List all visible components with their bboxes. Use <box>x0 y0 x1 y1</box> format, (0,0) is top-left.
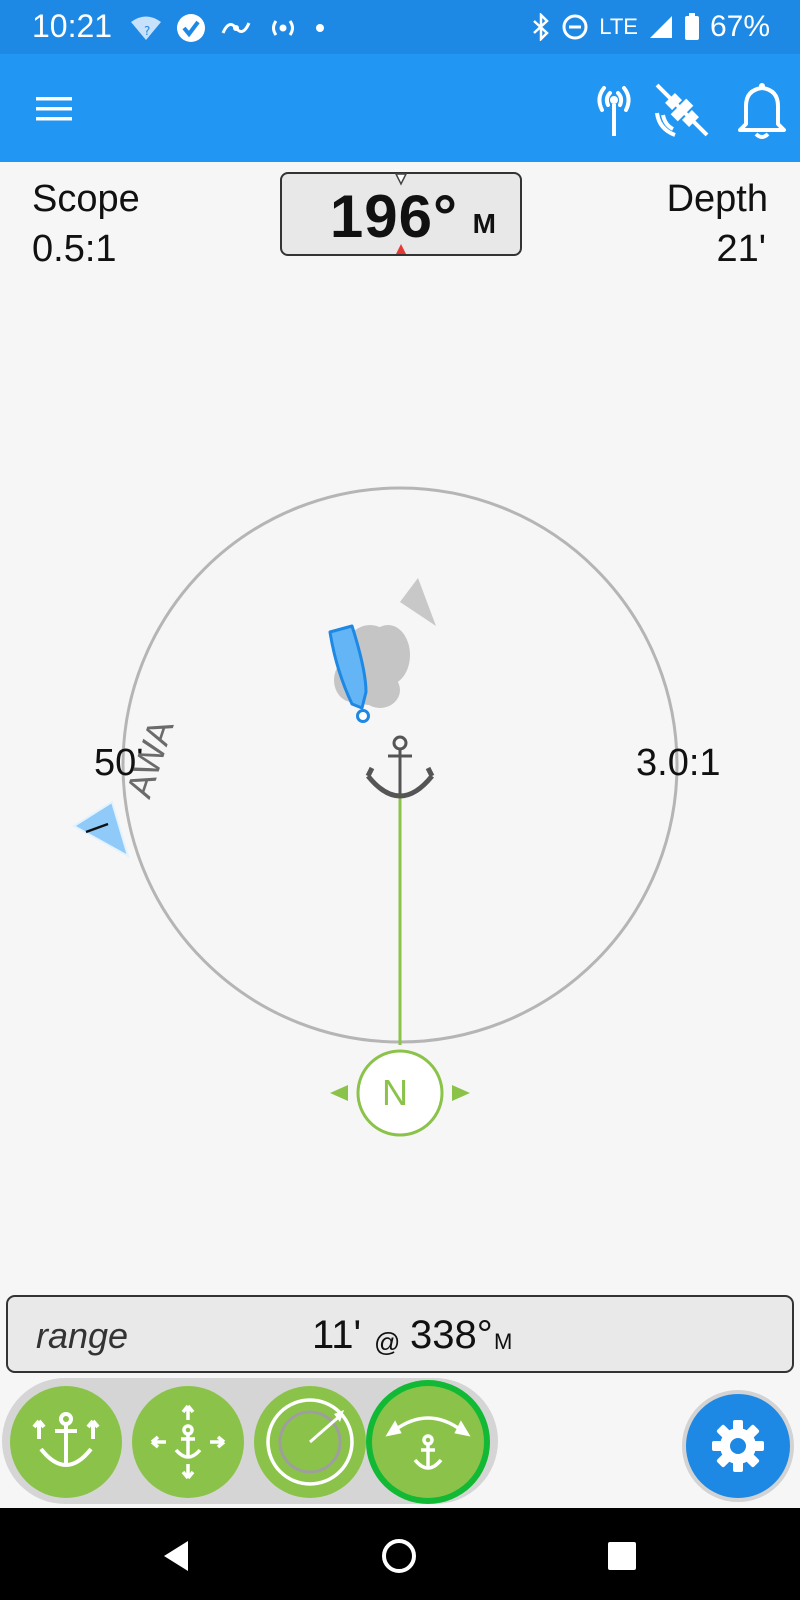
heading-display[interactable]: 196° M <box>280 172 522 256</box>
heading-value: 196° <box>329 183 458 250</box>
settings-button[interactable] <box>682 1390 794 1502</box>
network-type: LTE <box>599 14 638 39</box>
status-time: 10:21 <box>32 8 113 44</box>
target-marker <box>400 578 436 626</box>
anchor-map[interactable] <box>0 260 800 1140</box>
system-nav-bar <box>0 1508 800 1600</box>
gesture-icon <box>221 22 251 34</box>
antenna-icon <box>597 86 631 136</box>
menu-button[interactable] <box>26 84 82 134</box>
anchor-rotate-button[interactable] <box>372 1386 484 1498</box>
status-left-icons: ? <box>130 12 326 44</box>
range-unit: M <box>494 1329 513 1354</box>
satellite-off-icon <box>655 83 709 137</box>
hotspot-icon <box>272 20 294 36</box>
north-label: N <box>382 1072 408 1113</box>
ratio-label: 3.0:1 <box>636 742 721 784</box>
do-not-disturb-icon <box>562 14 588 40</box>
anchor-expand-icon <box>32 1412 100 1467</box>
depth-label: Depth <box>666 178 768 220</box>
gear-icon <box>712 1420 764 1472</box>
awa-marker <box>72 800 130 859</box>
recents-button[interactable] <box>600 1534 644 1578</box>
range-at: @ <box>374 1327 401 1357</box>
battery-icon <box>684 13 699 40</box>
radius-button[interactable] <box>254 1386 366 1498</box>
status-right: LTE 67% <box>531 8 770 46</box>
battery-percent: 67% <box>709 10 770 43</box>
bell-icon <box>738 83 786 139</box>
back-icon <box>164 1541 188 1571</box>
signal-icon <box>649 16 672 38</box>
range-distance: 11' <box>312 1313 362 1357</box>
scope-label: Scope <box>32 178 140 220</box>
bluetooth-icon <box>533 13 550 41</box>
anchor-move-icon <box>150 1404 226 1480</box>
status-bar: 10:21 ? LTE 67% <box>0 0 800 54</box>
check-circle-icon <box>177 14 205 42</box>
wifi-unknown-icon: ? <box>131 16 161 40</box>
range-bearing: 338° <box>410 1313 493 1357</box>
anchor-icon <box>365 735 435 799</box>
home-button[interactable] <box>377 1534 421 1578</box>
app-bar <box>0 54 800 162</box>
anchor-move-button[interactable] <box>132 1386 244 1498</box>
dot-icon <box>316 24 324 32</box>
heading-unit: M <box>472 208 496 239</box>
satellite-button[interactable] <box>650 78 714 142</box>
back-button[interactable] <box>154 1534 198 1578</box>
svg-text:?: ? <box>144 24 150 38</box>
recents-icon <box>608 1542 636 1570</box>
home-icon <box>382 1539 416 1573</box>
range-bar: range 11' @ 338° M <box>6 1295 794 1373</box>
alarm-button[interactable] <box>730 78 794 142</box>
range-label: range <box>36 1315 129 1356</box>
anchor-expand-button[interactable] <box>10 1386 122 1498</box>
menu-icon <box>36 97 72 121</box>
anchor-rotate-icon <box>385 1416 471 1470</box>
radius-icon <box>266 1398 354 1486</box>
antenna-button[interactable] <box>582 78 646 142</box>
